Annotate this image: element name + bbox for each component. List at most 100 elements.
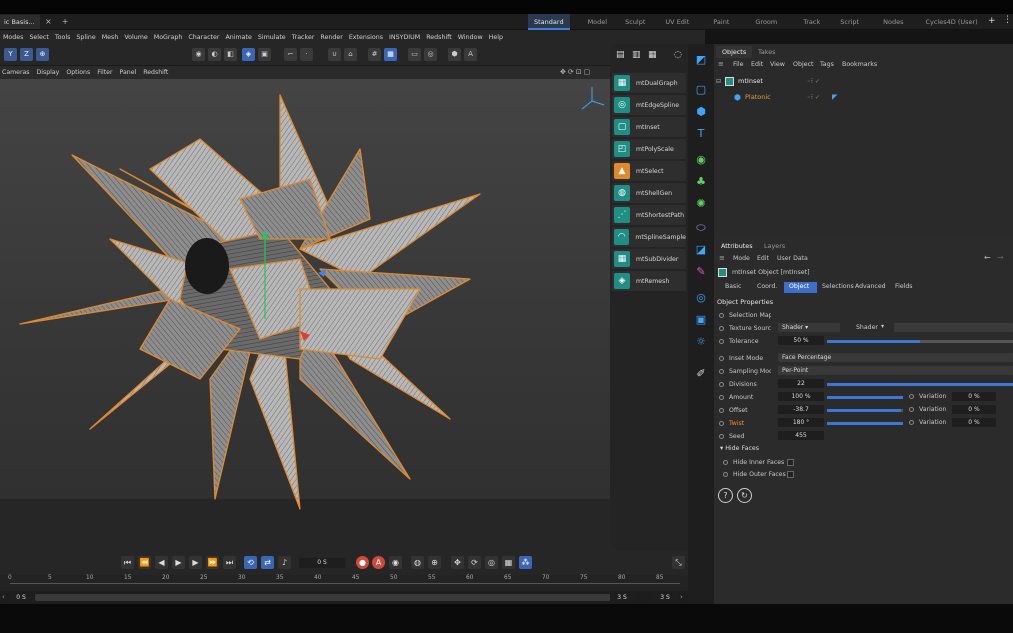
layout-tab-sculpt[interactable]: Sculpt <box>625 14 645 30</box>
previous-frame-icon[interactable]: ◀ <box>155 556 168 569</box>
render-view-icon[interactable]: ◎ <box>424 48 437 61</box>
range-left-arrow-icon[interactable]: ‹ <box>2 593 5 601</box>
3d-viewport[interactable] <box>0 79 610 549</box>
amount-variation-input[interactable]: 0 % <box>952 392 996 401</box>
move-key-icon[interactable]: ✥ <box>451 556 464 569</box>
seed-input[interactable]: 455 <box>778 431 824 440</box>
palette-item-mtsubdivider[interactable]: ▦ mtSubDivider <box>612 249 686 269</box>
param-divisions[interactable]: Divisions 22 <box>714 378 1013 390</box>
axis-y-button[interactable]: Y <box>4 48 17 61</box>
menu-window[interactable]: Window <box>458 34 483 41</box>
redshift-icon[interactable]: A <box>464 48 477 61</box>
next-frame-icon[interactable]: ▶ <box>189 556 202 569</box>
viewport-menu-display[interactable]: Display <box>37 69 60 76</box>
viewport-canvas[interactable] <box>0 79 610 549</box>
sampling-mode-dropdown[interactable]: Per-Point <box>778 366 1013 375</box>
tab-attributes[interactable]: Attributes <box>721 242 753 250</box>
param-texture-source[interactable]: Texture Source Shader ▾ Shader ▾ <box>714 322 1013 334</box>
layout-tab-nodes[interactable]: Nodes <box>883 14 903 30</box>
offset-slider[interactable] <box>827 409 903 412</box>
volume-icon[interactable]: ◪ <box>693 242 709 258</box>
current-frame-input[interactable]: 0 S <box>299 558 345 568</box>
menu-render[interactable]: Render <box>320 34 342 41</box>
palette-item-mtpolyscale[interactable]: ◰ mtPolyScale <box>612 139 686 159</box>
more-menu-icon[interactable]: ⋮ <box>1003 15 1012 25</box>
axis-z-button[interactable]: Z <box>20 48 33 61</box>
field-icon[interactable]: ⬭ <box>693 220 709 236</box>
motion-path-icon[interactable]: ⁂ <box>519 556 532 569</box>
menu-animate[interactable]: Animate <box>225 34 251 41</box>
object-visibility-icon[interactable]: ◦⠇✓ <box>807 94 820 101</box>
param-selection-map[interactable]: Selection Map <box>714 309 1013 321</box>
menu-insydium[interactable]: INSYDIUM <box>389 34 420 41</box>
object-row-mtinset[interactable]: ⊟ mtInset ◦⠇✓ <box>714 74 1013 88</box>
grid-snap-icon[interactable]: # <box>368 48 381 61</box>
objects-menu-tags[interactable]: Tags <box>820 61 834 68</box>
objects-menu-object[interactable]: Object <box>793 61 814 68</box>
point-mode-icon[interactable]: · <box>300 48 313 61</box>
loop-icon[interactable]: ⟲ <box>244 556 257 569</box>
amount-slider[interactable] <box>827 396 903 399</box>
subtab-basic[interactable]: Basic <box>720 282 746 293</box>
attr-menu-user-data[interactable]: User Data <box>777 255 808 262</box>
tab-takes[interactable]: Takes <box>752 46 782 58</box>
menu-mograph[interactable]: MoGraph <box>154 34 183 41</box>
amount-input[interactable]: 100 % <box>778 392 824 401</box>
render-settings-icon[interactable]: ⬢ <box>448 48 461 61</box>
viewport-menu-filter[interactable]: Filter <box>97 69 112 76</box>
menu-tools[interactable]: Tools <box>55 34 71 41</box>
animate-dot-icon[interactable] <box>909 394 914 399</box>
animate-dot-icon[interactable] <box>719 312 724 318</box>
phong-tag-icon[interactable]: ◤ <box>832 93 837 101</box>
animate-dot-icon[interactable] <box>719 420 724 426</box>
palette-item-mtshortestpath[interactable]: ⋰ mtShortestPath <box>612 205 686 225</box>
text-icon[interactable]: T <box>693 126 709 142</box>
layout-tab-script[interactable]: Script <box>840 14 859 30</box>
timeline-window-icon[interactable]: ⤡ <box>672 556 685 569</box>
tolerance-slider[interactable] <box>827 340 1013 343</box>
param-sampling-mode[interactable]: Sampling Mode Per-Point <box>714 365 1013 377</box>
render-settings-gear-icon[interactable]: ◌ <box>674 50 682 60</box>
hide-faces-group[interactable]: ▾ Hide Faces <box>720 445 759 452</box>
attributes-menu-icon[interactable]: ≡ <box>719 254 725 262</box>
attr-menu-edit[interactable]: Edit <box>757 255 769 262</box>
subtab-fields[interactable]: Fields <box>890 282 918 293</box>
objects-menu-file[interactable]: File <box>733 61 744 68</box>
rotate-tool-icon[interactable]: ◐ <box>208 48 221 61</box>
mograph-cloner-icon[interactable]: ♣ <box>693 174 709 190</box>
attr-menu-mode[interactable]: Mode <box>733 255 750 262</box>
menu-tracker[interactable]: Tracker <box>292 34 315 41</box>
close-tab-icon[interactable]: × <box>40 17 57 26</box>
animate-dot-icon[interactable] <box>909 420 914 425</box>
viewport-menu-options[interactable]: Options <box>66 69 90 76</box>
viewport-menu-panel[interactable]: Panel <box>120 69 137 76</box>
viewport-nav-icons[interactable]: ✥⟳⊡▢ <box>560 68 592 76</box>
param-hide-outer-faces[interactable]: Hide Outer Faces <box>714 468 1013 480</box>
document-tab[interactable]: ic Basis... <box>0 14 40 29</box>
animate-dot-icon[interactable] <box>719 368 724 374</box>
param-seed[interactable]: Seed 455 <box>714 430 1013 442</box>
objects-menu-view[interactable]: View <box>770 61 785 68</box>
param-hide-inner-faces[interactable]: Hide Inner Faces <box>714 456 1013 468</box>
autokey-icon[interactable]: A <box>372 556 385 569</box>
camera-icon[interactable]: ▣ <box>693 312 709 328</box>
group-expand-icon[interactable]: ▾ <box>720 445 723 452</box>
forward-arrow-icon[interactable]: → <box>997 253 1004 262</box>
light-icon[interactable]: ☼ <box>693 334 709 350</box>
record-icon[interactable]: ● <box>356 556 369 569</box>
next-key-icon[interactable]: ⏩ <box>206 556 219 569</box>
help-icon[interactable]: ? <box>718 488 733 503</box>
menu-simulate[interactable]: Simulate <box>258 34 286 41</box>
pla-key-icon[interactable]: ▦ <box>502 556 515 569</box>
back-arrow-icon[interactable]: ← <box>984 253 991 262</box>
environment-icon[interactable]: ◎ <box>693 290 709 306</box>
animate-dot-icon[interactable] <box>719 355 724 361</box>
menu-volume[interactable]: Volume <box>124 34 147 41</box>
magnet-icon[interactable]: ∪ <box>328 48 341 61</box>
twist-input[interactable]: 180 ° <box>778 418 824 427</box>
parameter-key-icon[interactable]: ◎ <box>485 556 498 569</box>
selection-icon[interactable]: ▣ <box>258 48 271 61</box>
twist-variation-input[interactable]: 0 % <box>952 418 996 427</box>
palette-item-mtinset[interactable]: ▢ mtInset <box>612 117 686 137</box>
objects-menu-icon[interactable]: ≡ <box>718 60 724 68</box>
